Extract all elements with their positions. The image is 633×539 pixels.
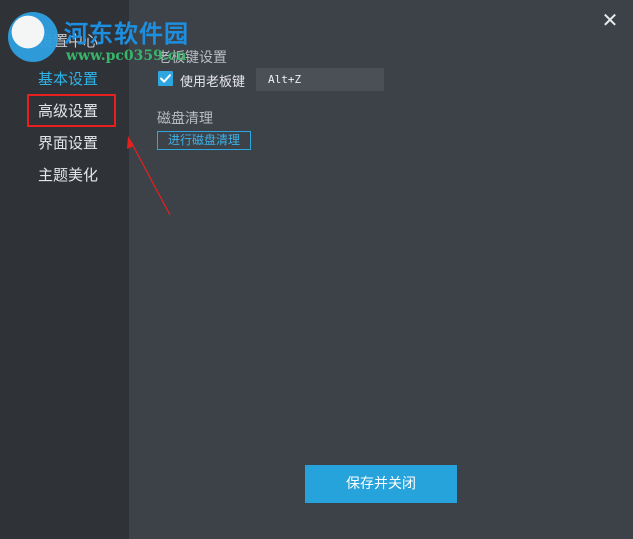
settings-window: 设置中心 基本设置 高级设置 界面设置 主题美化 ✕ 老板键设置 使用老板键 A… [0, 0, 633, 539]
annotation-arrow-icon [127, 136, 171, 216]
